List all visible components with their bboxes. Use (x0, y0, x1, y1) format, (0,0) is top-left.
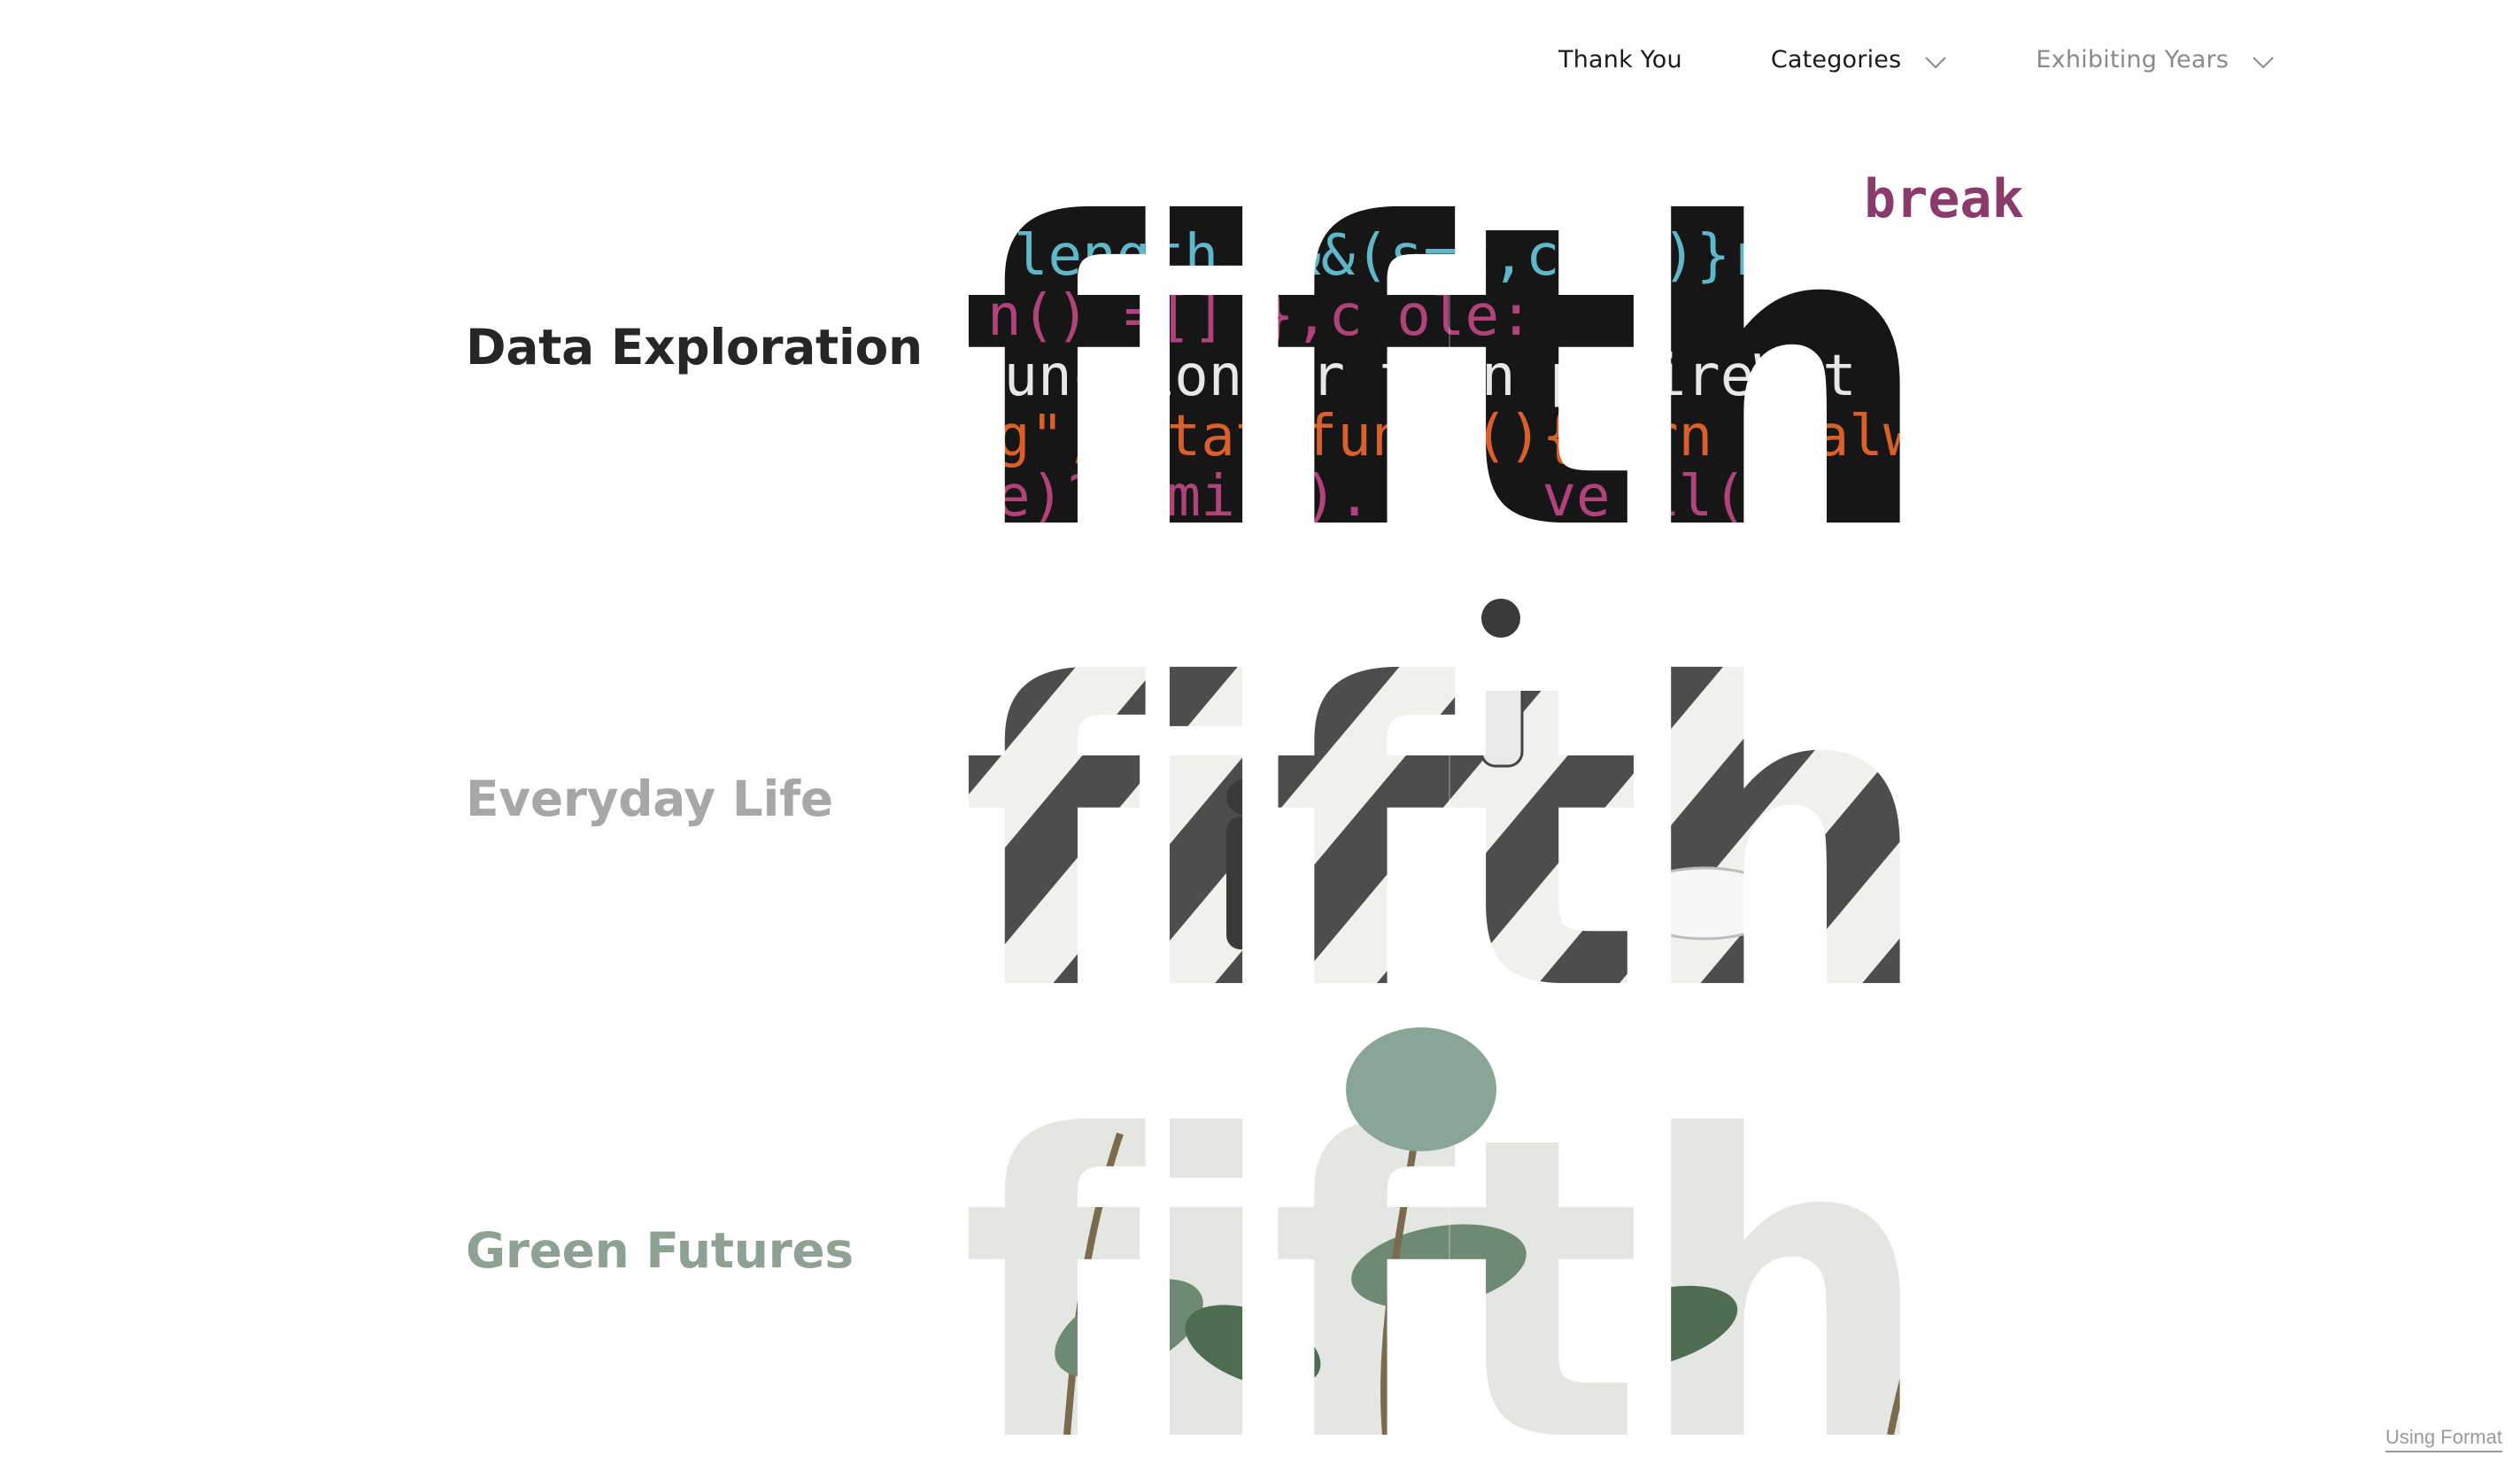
nav-categories-dropdown[interactable]: Categories (1771, 46, 1948, 74)
chevron-down-icon (1925, 56, 1947, 68)
nav-thank-you[interactable]: Thank You (1558, 46, 1682, 74)
code-line-2: n() =[] },c ole: (987, 283, 1534, 349)
pedestrian-head (1481, 599, 1520, 638)
code-overlay-break: break (1864, 168, 2024, 230)
code-line-5: e)? omi (). (n. ve il( (996, 464, 1747, 530)
pedestrian-figure (1990, 732, 2045, 956)
chevron-down-icon (2253, 56, 2274, 68)
nav-exhibiting-years-dropdown[interactable]: Exhibiting Years (2036, 46, 2275, 74)
nav-categories-label: Categories (1770, 46, 1902, 74)
using-format-link[interactable]: Using Format (2385, 1426, 2502, 1452)
nav-thank-you-label: Thank You (1558, 46, 1682, 74)
pedestrian-figure (1480, 616, 1524, 768)
code-line-1: length r&&(s=t,c(r))}return th (1014, 223, 2037, 289)
word-art-green-futures[interactable]: fifth (961, 1027, 2178, 1436)
nav-exhibiting-years-label: Exhibiting Years (2036, 46, 2230, 74)
plant-texture (961, 1063, 1926, 1436)
word-art-code-svg: fifth length r&&(s=t,c(r))}return th n()… (961, 151, 2037, 530)
main-nav: Thank You Categories Exhibiting Years (1558, 46, 2275, 74)
word-art-plants-svg: fifth (961, 1027, 1926, 1436)
crosswalk-texture (961, 611, 2045, 983)
word-art-everyday-life[interactable]: fifth (961, 599, 2178, 983)
word-art-data-exploration[interactable]: fifth length r&&(s=t,c(r))}return th n()… (961, 151, 2178, 530)
code-line-4: g", stat fun n(){ urn r)alw (996, 404, 1918, 469)
word-art-crosswalk-svg: fifth (961, 599, 2045, 983)
umbrella-shape (1623, 866, 1786, 941)
category-title-green-futures[interactable]: Green Futures (466, 1222, 854, 1279)
pedestrian-figure (1226, 779, 1262, 949)
category-title-data-exploration[interactable]: Data Exploration (466, 319, 923, 376)
category-title-everyday-life[interactable]: Everyday Life (466, 770, 833, 827)
leaf-breakout (1346, 1027, 1496, 1151)
code-line-3: function){r turn p fireWit (this,arg (970, 344, 2198, 409)
